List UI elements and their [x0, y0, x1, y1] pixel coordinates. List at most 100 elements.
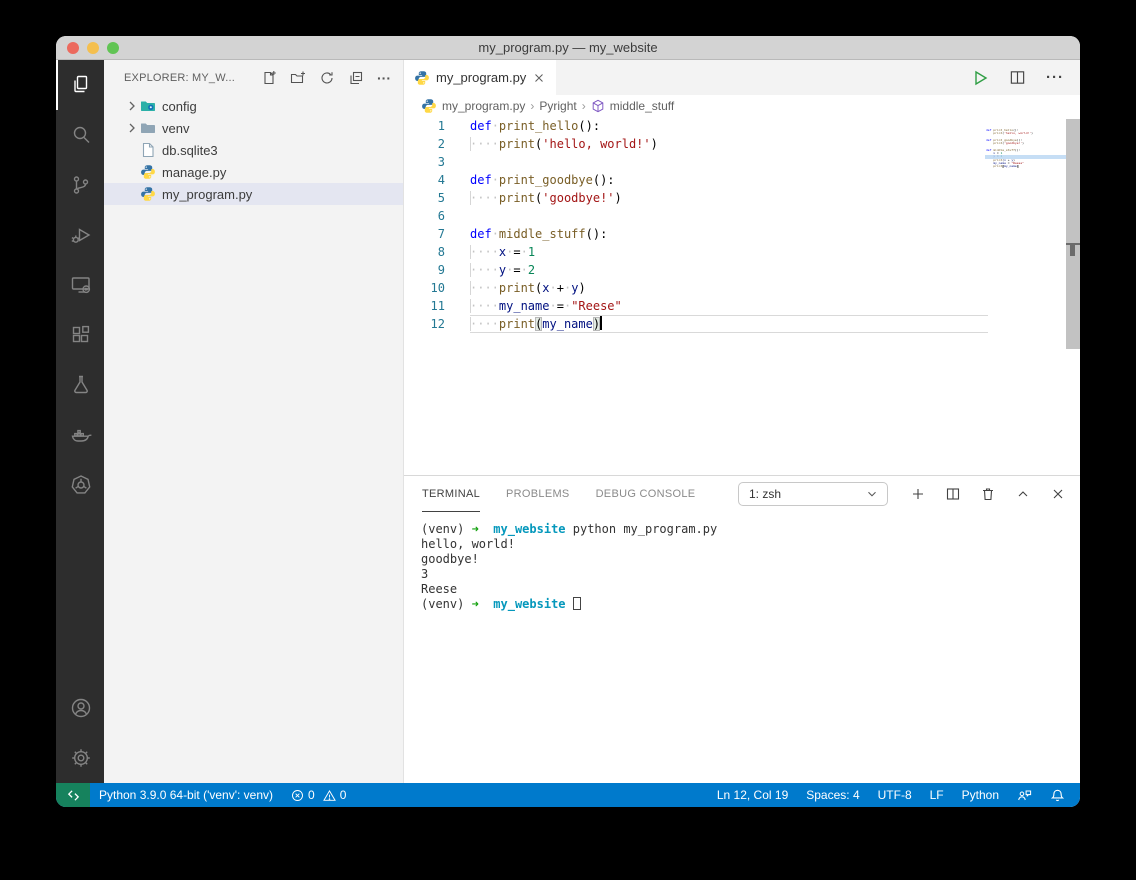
symbol-cube-icon [591, 99, 605, 113]
code-line-8[interactable]: 8····x·=·1 [404, 243, 1080, 261]
feedback-icon[interactable] [1008, 783, 1041, 807]
tree-item-venv[interactable]: venv [104, 117, 403, 139]
tree-item-db-sqlite3[interactable]: db.sqlite3 [104, 139, 403, 161]
terminal-line: 3 [421, 567, 1080, 582]
code-line-5[interactable]: 5····print('goodbye!') [404, 189, 1080, 207]
new-file-icon[interactable] [261, 70, 277, 86]
scrollbar-cursor-stub [1070, 245, 1075, 256]
kubernetes-icon[interactable] [56, 460, 104, 510]
code-line-10[interactable]: 10····print(x·+·y) [404, 279, 1080, 297]
explorer-title: EXPLORER: MY_W... [124, 72, 235, 84]
tab-problems[interactable]: PROBLEMS [506, 476, 570, 512]
tab-label: my_program.py [436, 70, 526, 85]
new-folder-icon[interactable] [290, 70, 306, 86]
breadcrumb-file[interactable]: my_program.py [442, 99, 525, 113]
minimize-window-button[interactable] [87, 42, 99, 54]
code-lines: 1def·print_hello():2····print('hello, wo… [404, 117, 1080, 333]
code-line-12[interactable]: 12 ····print(my_name) [404, 315, 1080, 333]
close-panel-icon[interactable] [1050, 486, 1066, 502]
close-window-button[interactable] [67, 42, 79, 54]
status-bar: Python 3.9.0 64-bit ('venv': venv) 0 0 L… [56, 783, 1080, 807]
code-line-9[interactable]: 9····y·=·2 [404, 261, 1080, 279]
activity-bar [56, 60, 104, 783]
file-tree: config venv db.sqlite3manage.pymy_program.… [104, 95, 403, 783]
tree-item-manage-py[interactable]: manage.py [104, 161, 403, 183]
source-control-icon[interactable] [56, 160, 104, 210]
tree-item-config[interactable]: config [104, 95, 403, 117]
remote-explorer-icon[interactable] [56, 260, 104, 310]
terminal-line: hello, world! [421, 537, 1080, 552]
title-bar: my_program.py — my_website [56, 36, 1080, 60]
file-icon [140, 142, 156, 158]
line-number: 6 [404, 207, 445, 225]
search-icon[interactable] [56, 110, 104, 160]
tree-item-my-program-py[interactable]: my_program.py [104, 183, 403, 205]
tab-terminal[interactable]: TERMINAL [422, 476, 480, 512]
error-icon [291, 789, 304, 802]
line-number: 2 [404, 135, 445, 153]
code-line-3[interactable]: 3 [404, 153, 1080, 171]
maximize-panel-icon[interactable] [1015, 486, 1031, 502]
new-terminal-icon[interactable] [910, 486, 926, 502]
testing-icon[interactable] [56, 360, 104, 410]
zoom-window-button[interactable] [107, 42, 119, 54]
breadcrumb-symbol[interactable]: middle_stuff [610, 99, 674, 113]
warning-icon [323, 789, 336, 802]
run-and-debug-icon[interactable] [56, 210, 104, 260]
minimap[interactable]: def print_hello(): print('hello, world!'… [986, 119, 1066, 168]
terminal-cursor [573, 597, 581, 610]
python-interpreter-status[interactable]: Python 3.9.0 64-bit ('venv': venv) [90, 783, 282, 807]
tab-my-program[interactable]: my_program.py [404, 60, 556, 95]
code-line-7[interactable]: 7def·middle_stuff(): [404, 225, 1080, 243]
settings-gear-icon[interactable] [56, 733, 104, 783]
problems-status[interactable]: 0 0 [282, 783, 355, 807]
code-line-2[interactable]: 2····print('hello, world!') [404, 135, 1080, 153]
code-line-6[interactable]: 6 [404, 207, 1080, 225]
kill-terminal-icon[interactable] [980, 486, 996, 502]
encoding-status[interactable]: UTF-8 [869, 783, 921, 807]
bottom-panel: TERMINAL PROBLEMS DEBUG CONSOLE 1: zsh [404, 475, 1080, 783]
chevron-right-icon[interactable] [124, 120, 140, 136]
line-number: 12 [404, 315, 445, 333]
breadcrumb-provider[interactable]: Pyright [539, 99, 576, 113]
folder-icon [140, 120, 156, 136]
collapse-folders-icon[interactable] [348, 70, 364, 86]
more-actions-icon[interactable]: ··· [377, 73, 391, 83]
eol-status[interactable]: LF [921, 783, 953, 807]
split-terminal-icon[interactable] [945, 486, 961, 502]
editor-tab-bar: my_program.py ··· [404, 60, 1080, 95]
docker-icon[interactable] [56, 410, 104, 460]
refresh-icon[interactable] [319, 70, 335, 86]
cursor-position-status[interactable]: Ln 12, Col 19 [708, 783, 797, 807]
tab-debug-console[interactable]: DEBUG CONSOLE [596, 476, 696, 512]
terminal-line: (venv) ➜ my_website [421, 597, 1080, 612]
code-editor[interactable]: 1def·print_hello():2····print('hello, wo… [404, 117, 1080, 475]
indentation-status[interactable]: Spaces: 4 [797, 783, 868, 807]
line-content: def·middle_stuff(): [470, 225, 607, 243]
remote-indicator[interactable] [56, 783, 90, 807]
line-content: ····print(my_name) [470, 315, 602, 333]
run-python-file-icon[interactable] [971, 69, 989, 87]
code-line-4[interactable]: 4def·print_goodbye(): [404, 171, 1080, 189]
accounts-icon[interactable] [56, 683, 104, 733]
language-mode-status[interactable]: Python [953, 783, 1008, 807]
line-content: def·print_hello(): [470, 117, 600, 135]
tree-indent [124, 142, 140, 158]
tree-indent [124, 164, 140, 180]
chevron-right-icon[interactable] [124, 98, 140, 114]
explorer-icon[interactable] [56, 60, 104, 110]
more-editor-actions-icon[interactable]: ··· [1046, 69, 1064, 86]
code-line-1[interactable]: 1def·print_hello(): [404, 117, 1080, 135]
editor-scrollbar[interactable] [1066, 119, 1080, 349]
extensions-icon[interactable] [56, 310, 104, 360]
terminal-output[interactable]: (venv) ➜ my_website python my_program.py… [404, 512, 1080, 783]
breadcrumb-separator: › [582, 99, 586, 113]
tab-close-icon[interactable] [532, 71, 546, 85]
tree-item-label: venv [162, 121, 189, 136]
code-line-11[interactable]: 11····my_name·=·"Reese" [404, 297, 1080, 315]
notifications-bell-icon[interactable] [1041, 783, 1074, 807]
line-number: 3 [404, 153, 445, 171]
terminal-dropdown[interactable]: 1: zsh [738, 482, 888, 506]
tree-indent [124, 186, 140, 202]
split-editor-icon[interactable] [1009, 69, 1026, 86]
